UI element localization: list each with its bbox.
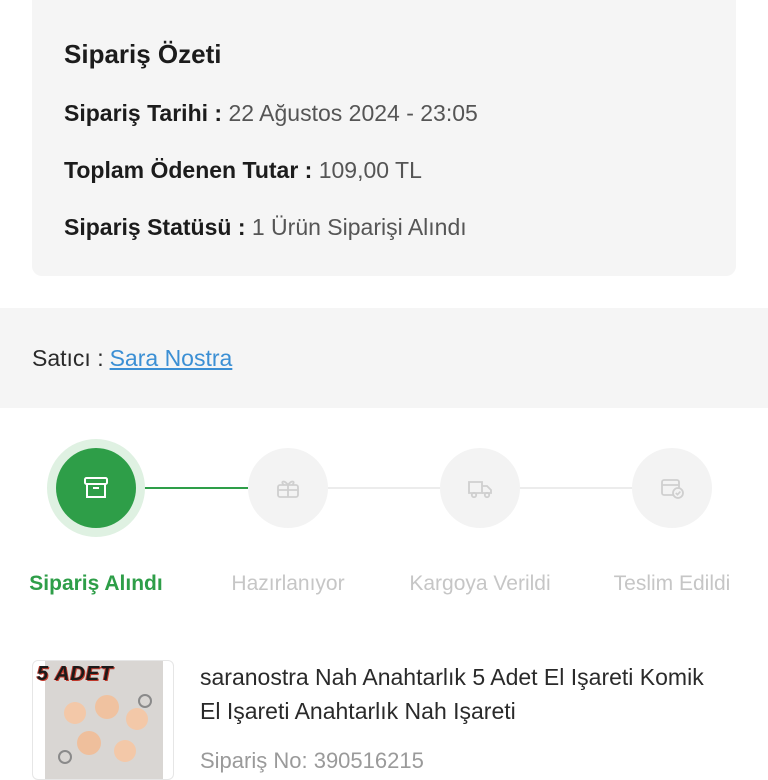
order-date-value: 22 Ağustos 2024 - 23:05 — [228, 100, 478, 126]
order-status-value: 1 Ürün Siparişi Alındı — [251, 214, 467, 240]
step-shipped — [440, 448, 520, 528]
seller-label: Satıcı : — [32, 344, 104, 371]
step-label-preparing: Hazırlanıyor — [231, 572, 345, 595]
order-tracking: Sipariş Alındı Hazırlanıyor Kargoya Veri… — [0, 430, 768, 610]
order-summary-card: Sipariş Özeti Sipariş Tarihi : 22 Ağusto… — [32, 0, 736, 276]
step-label-delivered: Teslim Edildi — [613, 572, 731, 595]
progress-line-pending — [520, 487, 632, 489]
order-total-row: Toplam Ödenen Tutar : 109,00 TL — [64, 154, 704, 186]
step-preparing — [248, 448, 328, 528]
order-total-value: 109,00 TL — [318, 157, 422, 183]
box-icon — [84, 477, 108, 498]
product-image[interactable]: 5 ADET — [32, 660, 174, 780]
step-order-received — [56, 448, 136, 528]
product-title[interactable]: saranostra Nah Anahtarlık 5 Adet El Işar… — [200, 660, 730, 728]
order-product-item[interactable]: 5 ADET saranostra Nah Anahtarlık 5 Adet … — [32, 660, 736, 780]
progress-line-done — [136, 487, 248, 489]
step-label-shipped: Kargoya Verildi — [409, 572, 551, 595]
order-total-label: Toplam Ödenen Tutar : — [64, 157, 313, 183]
delivered-check-icon — [661, 479, 684, 499]
delivery-truck-icon — [468, 481, 492, 499]
order-status-row: Sipariş Statüsü : 1 Ürün Siparişi Alındı — [64, 211, 704, 243]
progress-line-pending — [328, 487, 440, 489]
order-summary-title: Sipariş Özeti — [64, 39, 222, 69]
step-label-order-received: Sipariş Alındı — [29, 572, 163, 595]
gift-icon — [277, 480, 299, 498]
order-date-label: Sipariş Tarihi : — [64, 100, 223, 126]
order-number: Sipariş No: 390516215 — [200, 748, 424, 773]
order-status-label: Sipariş Statüsü : — [64, 214, 246, 240]
step-delivered — [632, 448, 712, 528]
product-image-caption: 5 ADET — [37, 663, 114, 685]
seller-link[interactable]: Sara Nostra — [110, 345, 233, 372]
seller-section: Satıcı : Sara Nostra — [0, 308, 768, 408]
order-date-row: Sipariş Tarihi : 22 Ağustos 2024 - 23:05 — [64, 97, 704, 129]
